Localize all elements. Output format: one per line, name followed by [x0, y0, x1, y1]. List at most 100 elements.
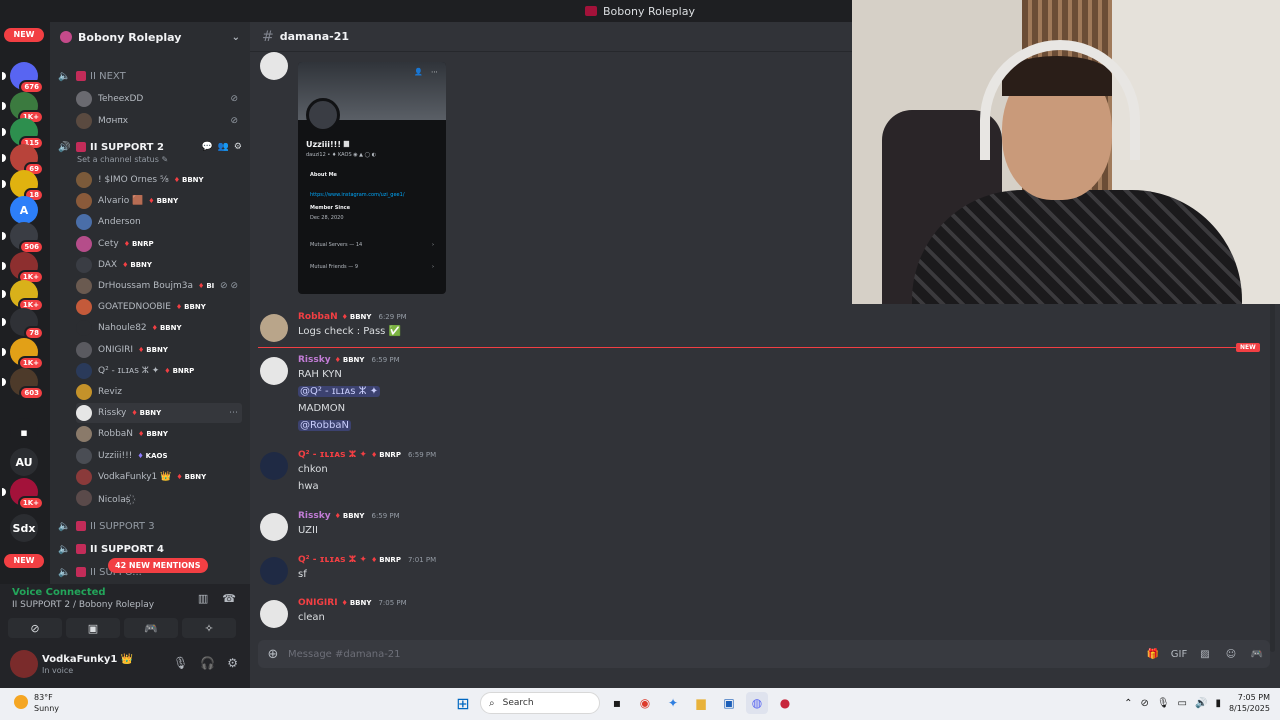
gif-icon[interactable]: GIF: [1166, 649, 1192, 660]
server-icon[interactable]: ▪: [10, 418, 38, 446]
voice-channel-support-4[interactable]: 🔈 II SUPPORT 4: [58, 540, 242, 558]
voice-user[interactable]: DAX BBNY: [76, 255, 242, 275]
invite-icon[interactable]: 👥: [218, 142, 229, 152]
taskbar-search[interactable]: ⌕ Search: [480, 692, 600, 714]
voice-user[interactable]: Cety BNRP: [76, 234, 242, 254]
server-icon[interactable]: 69: [2, 144, 44, 176]
store-icon[interactable]: ▣: [718, 692, 740, 714]
network-icon[interactable]: ⊘: [1140, 698, 1148, 709]
copilot-icon[interactable]: ✦: [662, 692, 684, 714]
new-mentions-pill[interactable]: 42 NEW MENTIONS: [108, 558, 208, 573]
signal-icon[interactable]: ▥: [198, 592, 208, 605]
server-icon[interactable]: 1K+: [2, 478, 44, 510]
avatar[interactable]: [260, 52, 288, 80]
message-author[interactable]: Q² - ɪʟɪᴀs ⵣ ✦: [298, 450, 367, 460]
voice-user[interactable]: Uzziii!!! KAOS: [76, 446, 242, 466]
message-author[interactable]: RobbaN: [298, 312, 338, 322]
file-explorer-icon[interactable]: ▆: [690, 692, 712, 714]
voice-channel-support-2[interactable]: 🔊 II SUPPORT 2 💬 👥 ⚙: [58, 138, 242, 156]
microphone-icon[interactable]: 🎙: [173, 656, 188, 670]
channel-status[interactable]: Set a channel status ✎: [77, 155, 168, 164]
server-icon[interactable]: AU: [10, 448, 38, 476]
voice-user[interactable]: ! $IMO Ornes ⅝ BBNY: [76, 170, 242, 190]
disconnect-icon[interactable]: ☎: [222, 592, 236, 605]
voice-user[interactable]: Alvario 🟫 BBNY: [76, 191, 242, 211]
discord-icon[interactable]: ◍: [746, 692, 768, 714]
avatar[interactable]: [260, 600, 288, 628]
server-icon[interactable]: 78: [2, 308, 44, 340]
server-icon[interactable]: 1K+: [2, 280, 44, 312]
task-view-icon[interactable]: ▪: [606, 692, 628, 714]
server-icon[interactable]: A: [10, 196, 38, 224]
avatar[interactable]: [260, 452, 288, 480]
windows-start-icon[interactable]: ⊞: [452, 692, 474, 714]
voice-user[interactable]: Rissky BBNY ⋯: [76, 403, 242, 424]
emoji-icon[interactable]: ☺: [1218, 649, 1244, 660]
server-icon[interactable]: 1K+: [2, 338, 44, 370]
apps-icon[interactable]: 🎮: [1244, 649, 1270, 660]
server-icon[interactable]: 18: [2, 170, 44, 202]
server-icon[interactable]: Sdx: [10, 514, 38, 542]
clock[interactable]: 7:05 PM 8/15/2025: [1229, 692, 1270, 714]
voice-channel-next[interactable]: 🔈 II NEXT: [58, 67, 242, 85]
server-header[interactable]: Bobony Roleplay ⌄: [50, 22, 250, 52]
more-options-icon[interactable]: ⋯: [229, 408, 242, 418]
chevron-down-icon[interactable]: ⌄: [232, 32, 240, 43]
display-icon[interactable]: ▭: [1178, 698, 1187, 709]
chrome-icon[interactable]: ◉: [634, 692, 656, 714]
avatar[interactable]: [10, 650, 38, 678]
message-author[interactable]: Rissky: [298, 511, 331, 521]
voice-user[interactable]: Nicolas꙰: [76, 488, 242, 508]
soundboard-button[interactable]: ✧: [182, 618, 236, 638]
avatar[interactable]: [260, 513, 288, 541]
screen-share-button[interactable]: ▣: [66, 618, 120, 638]
gear-icon[interactable]: ⚙: [234, 142, 242, 152]
gift-icon[interactable]: 🎁: [1140, 649, 1166, 660]
avatar[interactable]: [260, 557, 288, 585]
voice-user[interactable]: Nahoule82 BBNY: [76, 318, 242, 338]
avatar[interactable]: [260, 314, 288, 342]
new-unread-pill[interactable]: NEW: [4, 554, 44, 568]
camera-off-button[interactable]: ⊘: [8, 618, 62, 638]
gear-icon[interactable]: ⚙: [227, 656, 238, 670]
message-input[interactable]: [288, 648, 1140, 660]
voice-user[interactable]: VodkaFunky1 👑 BBNY: [76, 467, 242, 487]
user-mention[interactable]: @Q² - ɪʟɪᴀs ⵣ ✦: [298, 386, 381, 397]
voice-user[interactable]: RobbaN BBNY: [76, 424, 242, 444]
profile-card-image[interactable]: 👤 ⋯ Uzziii!!! 𝄜 dauzi12 • ♦ KAOS ◉ ▲ ◯ ◐…: [298, 62, 446, 294]
message-author[interactable]: ONIGIRI: [298, 598, 338, 608]
voice-user[interactable]: Reviz: [76, 382, 242, 402]
server-icon[interactable]: 1K+: [2, 252, 44, 284]
server-icon[interactable]: 1K+: [2, 92, 44, 124]
voice-status[interactable]: Voice Connected: [12, 587, 106, 598]
server-icon[interactable]: 506: [2, 222, 44, 254]
chevron-up-icon[interactable]: ⌃: [1124, 698, 1132, 709]
message-author[interactable]: Rissky: [298, 355, 331, 365]
voice-user[interactable]: ONIGIRI BBNY: [76, 340, 242, 360]
avatar[interactable]: [260, 357, 288, 385]
chat-icon[interactable]: 💬: [201, 142, 212, 152]
new-unread-pill[interactable]: NEW: [4, 28, 44, 42]
sticker-icon[interactable]: ▨: [1192, 649, 1218, 660]
voice-user[interactable]: Q² - ɪʟɪᴀs ⵣ ✦ BNRP: [76, 361, 242, 381]
app-icon[interactable]: ●: [774, 692, 796, 714]
volume-icon[interactable]: 🔊: [1195, 698, 1207, 709]
server-icon[interactable]: 603: [2, 368, 44, 400]
voice-user[interactable]: Anderson: [76, 212, 242, 232]
voice-user[interactable]: Mσнπx ⊘: [76, 111, 242, 131]
voice-user[interactable]: TeheexDD ⊘: [76, 89, 242, 109]
current-user-name[interactable]: VodkaFunky1 👑: [42, 654, 133, 665]
server-icon[interactable]: 115: [2, 118, 44, 150]
voice-channel-path[interactable]: II SUPPORT 2 / Bobony Roleplay: [12, 600, 154, 610]
voice-user[interactable]: GOATEDNOOBIE BBNY: [76, 297, 242, 317]
user-mention[interactable]: @RobbaN: [298, 420, 351, 431]
server-icon[interactable]: 676: [2, 62, 44, 94]
battery-icon[interactable]: ▮: [1215, 698, 1221, 709]
message-author[interactable]: Q² - ɪʟɪᴀs ⵣ ✦: [298, 555, 367, 565]
headphones-icon[interactable]: 🎧: [200, 656, 215, 670]
voice-channel-support-3[interactable]: 🔈 II SUPPORT 3: [58, 517, 242, 535]
voice-user[interactable]: DrHoussam Boujm3a BI ⊘ ⊘: [76, 276, 242, 296]
microphone-icon[interactable]: 🎙: [1157, 698, 1170, 709]
add-attachment-icon[interactable]: ⊕: [258, 647, 288, 662]
activities-button[interactable]: 🎮: [124, 618, 178, 638]
